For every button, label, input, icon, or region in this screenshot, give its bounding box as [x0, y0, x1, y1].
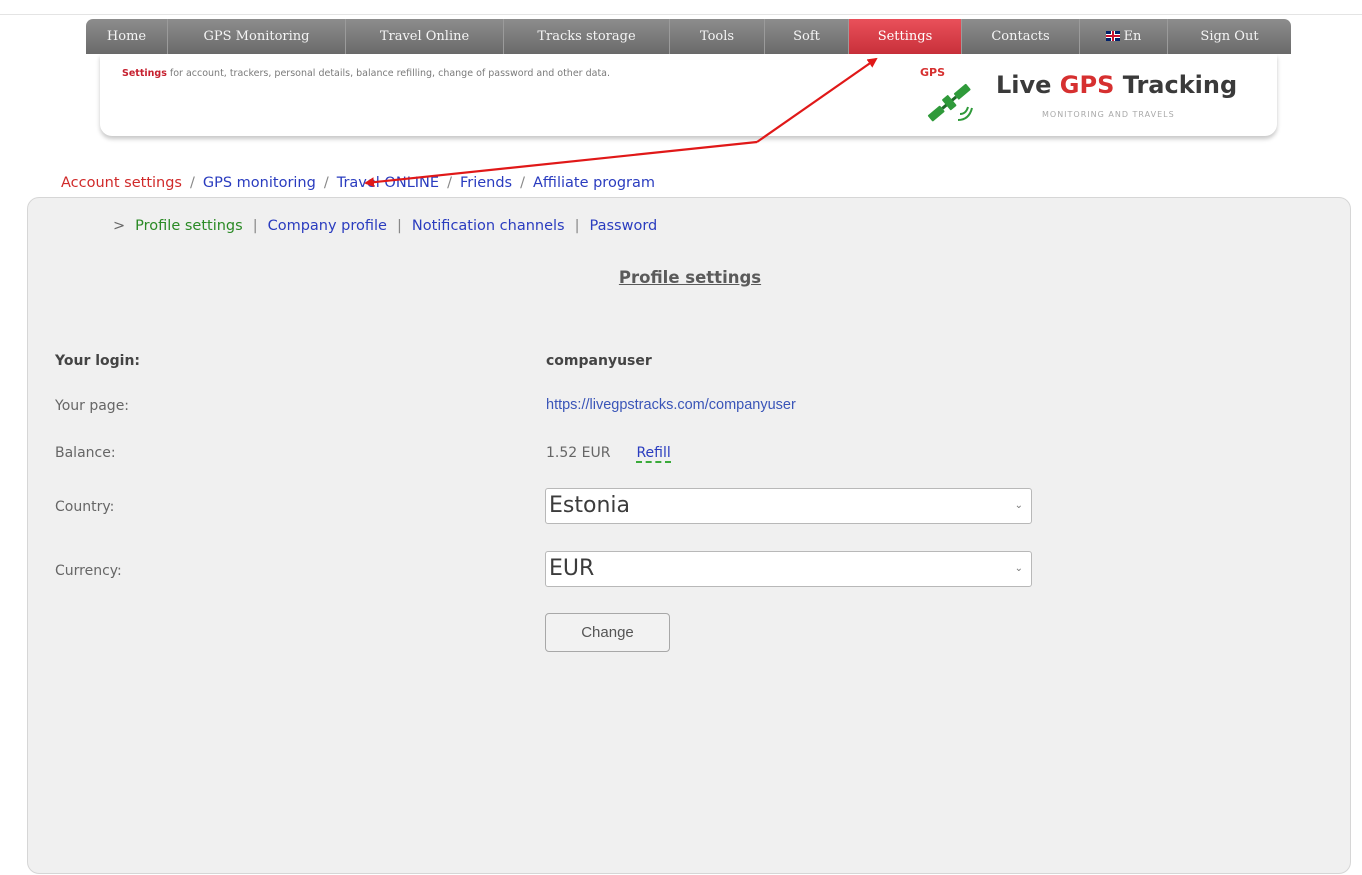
logo-tagline: MONITORING AND TRAVELS — [1042, 110, 1175, 119]
crumb-separator: / — [323, 175, 329, 191]
crumb-travel-online[interactable]: Travel ONLINE — [337, 175, 439, 191]
site-logo[interactable]: GPS Live GPS Tracking MONITORING AND TRA… — [920, 64, 1260, 126]
change-button[interactable]: Change — [545, 613, 670, 652]
header-highlight: Settings — [122, 68, 167, 79]
nav-tracks-storage[interactable]: Tracks storage — [504, 19, 670, 54]
country-label: Country: — [55, 499, 115, 515]
subnav-separator: | — [574, 218, 580, 234]
subnav-separator: | — [396, 218, 402, 234]
settings-panel: > Profile settings | Company profile | Notifi… — [27, 197, 1351, 874]
subnav-profile-settings[interactable]: Profile settings — [135, 218, 243, 234]
subnav-password[interactable]: Password — [590, 218, 658, 234]
crumb-account-settings[interactable]: Account settings — [61, 175, 182, 191]
nav-settings[interactable]: Settings — [849, 19, 962, 54]
login-value: companyuser — [546, 353, 652, 369]
page-title: Profile settings — [618, 268, 762, 287]
currency-select[interactable]: EUR ⌄ — [545, 551, 1032, 587]
crumb-gps-monitoring[interactable]: GPS monitoring — [203, 175, 316, 191]
crumb-affiliate-program[interactable]: Affiliate program — [533, 175, 655, 191]
main-nav: Home GPS Monitoring Travel Online Tracks… — [86, 19, 1291, 54]
subnav-company-profile[interactable]: Company profile — [268, 218, 387, 234]
nav-sign-out[interactable]: Sign Out — [1168, 19, 1291, 54]
currency-label: Currency: — [55, 563, 122, 579]
page-value-container: https://livegpstracks.com/companyuser — [546, 397, 796, 413]
nav-travel-online[interactable]: Travel Online — [346, 19, 504, 54]
crumb-friends[interactable]: Friends — [460, 175, 512, 191]
top-divider — [0, 14, 1362, 15]
subnav-separator: | — [252, 218, 258, 234]
logo-brand-tracking: Tracking — [1114, 71, 1238, 99]
refill-link[interactable]: Refill — [636, 445, 671, 463]
currency-selected: EUR — [549, 556, 595, 581]
nav-contacts[interactable]: Contacts — [962, 19, 1080, 54]
crumb-separator: / — [189, 175, 195, 191]
subnav-notification-channels[interactable]: Notification channels — [412, 218, 565, 234]
uk-flag-icon — [1105, 31, 1120, 41]
profile-subnav: > Profile settings | Company profile | Notifi… — [113, 218, 657, 234]
nav-soft[interactable]: Soft — [765, 19, 849, 54]
logo-brand-live: Live — [996, 71, 1060, 99]
nav-gps-monitoring[interactable]: GPS Monitoring — [168, 19, 346, 54]
subnav-marker: > — [113, 218, 126, 234]
satellite-icon — [927, 83, 973, 122]
nav-language-label: En — [1123, 29, 1142, 44]
logo-brand-gps: GPS — [1059, 71, 1115, 99]
balance-label: Balance: — [55, 445, 116, 461]
crumb-separator: / — [447, 175, 452, 191]
login-label: Your login: — [55, 353, 141, 369]
nav-language[interactable]: En — [1080, 19, 1168, 54]
user-page-link[interactable]: https://livegpstracks.com/companyuser — [546, 397, 796, 413]
balance-value: 1.52 EUR — [546, 445, 611, 461]
page-label: Your page: — [55, 398, 130, 414]
header-description-text: for account, trackers, personal details,… — [166, 68, 611, 79]
crumb-separator: / — [520, 175, 525, 191]
header-description: Settings for account, trackers, personal… — [122, 68, 610, 79]
nav-home[interactable]: Home — [86, 19, 168, 54]
chevron-down-icon: ⌄ — [1014, 500, 1023, 511]
country-selected: Estonia — [549, 493, 630, 518]
chevron-down-icon: ⌄ — [1014, 563, 1023, 574]
logo-brand: Live GPS Tracking — [996, 71, 1237, 99]
balance-row: 1.52 EUR Refill — [546, 445, 671, 463]
settings-nav: Account settings / GPS monitoring / Travel O… — [61, 175, 655, 191]
header-banner: Settings for account, trackers, personal… — [100, 54, 1277, 136]
nav-tools[interactable]: Tools — [670, 19, 765, 54]
country-select[interactable]: Estonia ⌄ — [545, 488, 1032, 524]
